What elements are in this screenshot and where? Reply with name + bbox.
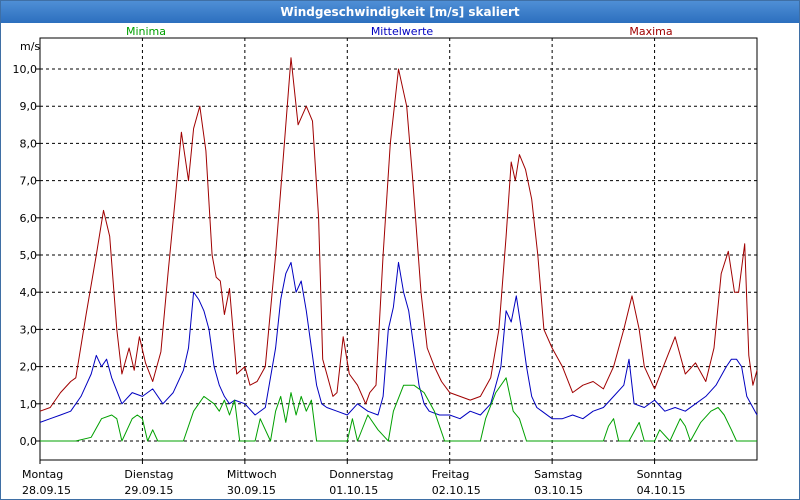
plot-border	[39, 37, 758, 461]
y-tick-label: 1,0	[20, 398, 38, 411]
y-tick-label: 6,0	[20, 212, 38, 225]
x-day-date: 29.09.15	[124, 484, 173, 497]
y-tick-label: 4,0	[20, 286, 38, 299]
x-day-name: Mittwoch	[227, 468, 277, 481]
legend-mittelwerte: Mittelwerte	[371, 25, 434, 38]
y-tick-label: 8,0	[20, 137, 38, 150]
x-day-date: 02.10.15	[432, 484, 481, 497]
x-day-date: 04.10.15	[637, 484, 686, 497]
y-tick-label: 5,0	[20, 249, 38, 262]
grid	[40, 38, 757, 460]
plot-frame	[39, 37, 758, 461]
x-day-date: 28.09.15	[22, 484, 71, 497]
x-day-name: Sonntag	[637, 468, 683, 481]
x-day-date: 03.10.15	[534, 484, 583, 497]
y-axis-unit-label: m/s	[20, 40, 40, 53]
y-tick-label: 3,0	[20, 323, 38, 336]
x-day-name: Dienstag	[124, 468, 173, 481]
x-day-name: Freitag	[432, 468, 470, 481]
x-day-date: 30.09.15	[227, 484, 276, 497]
series-maxima-line	[39, 57, 758, 412]
y-tick-label: 10,0	[13, 63, 38, 76]
wind-speed-chart: 0,0 1,0 2,0 3,0 4,0 5,0 6,0 7,0 8,0 9,0 10,0 Monta…	[13, 25, 758, 497]
x-day-date: 01.10.15	[329, 484, 378, 497]
y-tick-label: 2,0	[20, 361, 38, 374]
x-day-name: Montag	[22, 468, 63, 481]
legend-minima: Minima	[126, 25, 166, 38]
y-tick-label: 7,0	[20, 175, 38, 188]
x-day-name: Samstag	[534, 468, 582, 481]
x-axis-day-labels: Montag 28.09.15 Dienstag 29.09.15 Mittwoch 30…	[22, 460, 686, 497]
legend-maxima: Maxima	[629, 25, 672, 38]
y-tick-label: 0,0	[20, 435, 38, 448]
y-axis-ticks: 0,0 1,0 2,0 3,0 4,0 5,0 6,0 7,0 8,0 9,0 10,0	[13, 63, 40, 448]
series-minima-line	[40, 377, 757, 442]
y-tick-label: 9,0	[20, 100, 38, 113]
series-lines	[39, 57, 758, 442]
x-day-name: Donnerstag	[329, 468, 393, 481]
